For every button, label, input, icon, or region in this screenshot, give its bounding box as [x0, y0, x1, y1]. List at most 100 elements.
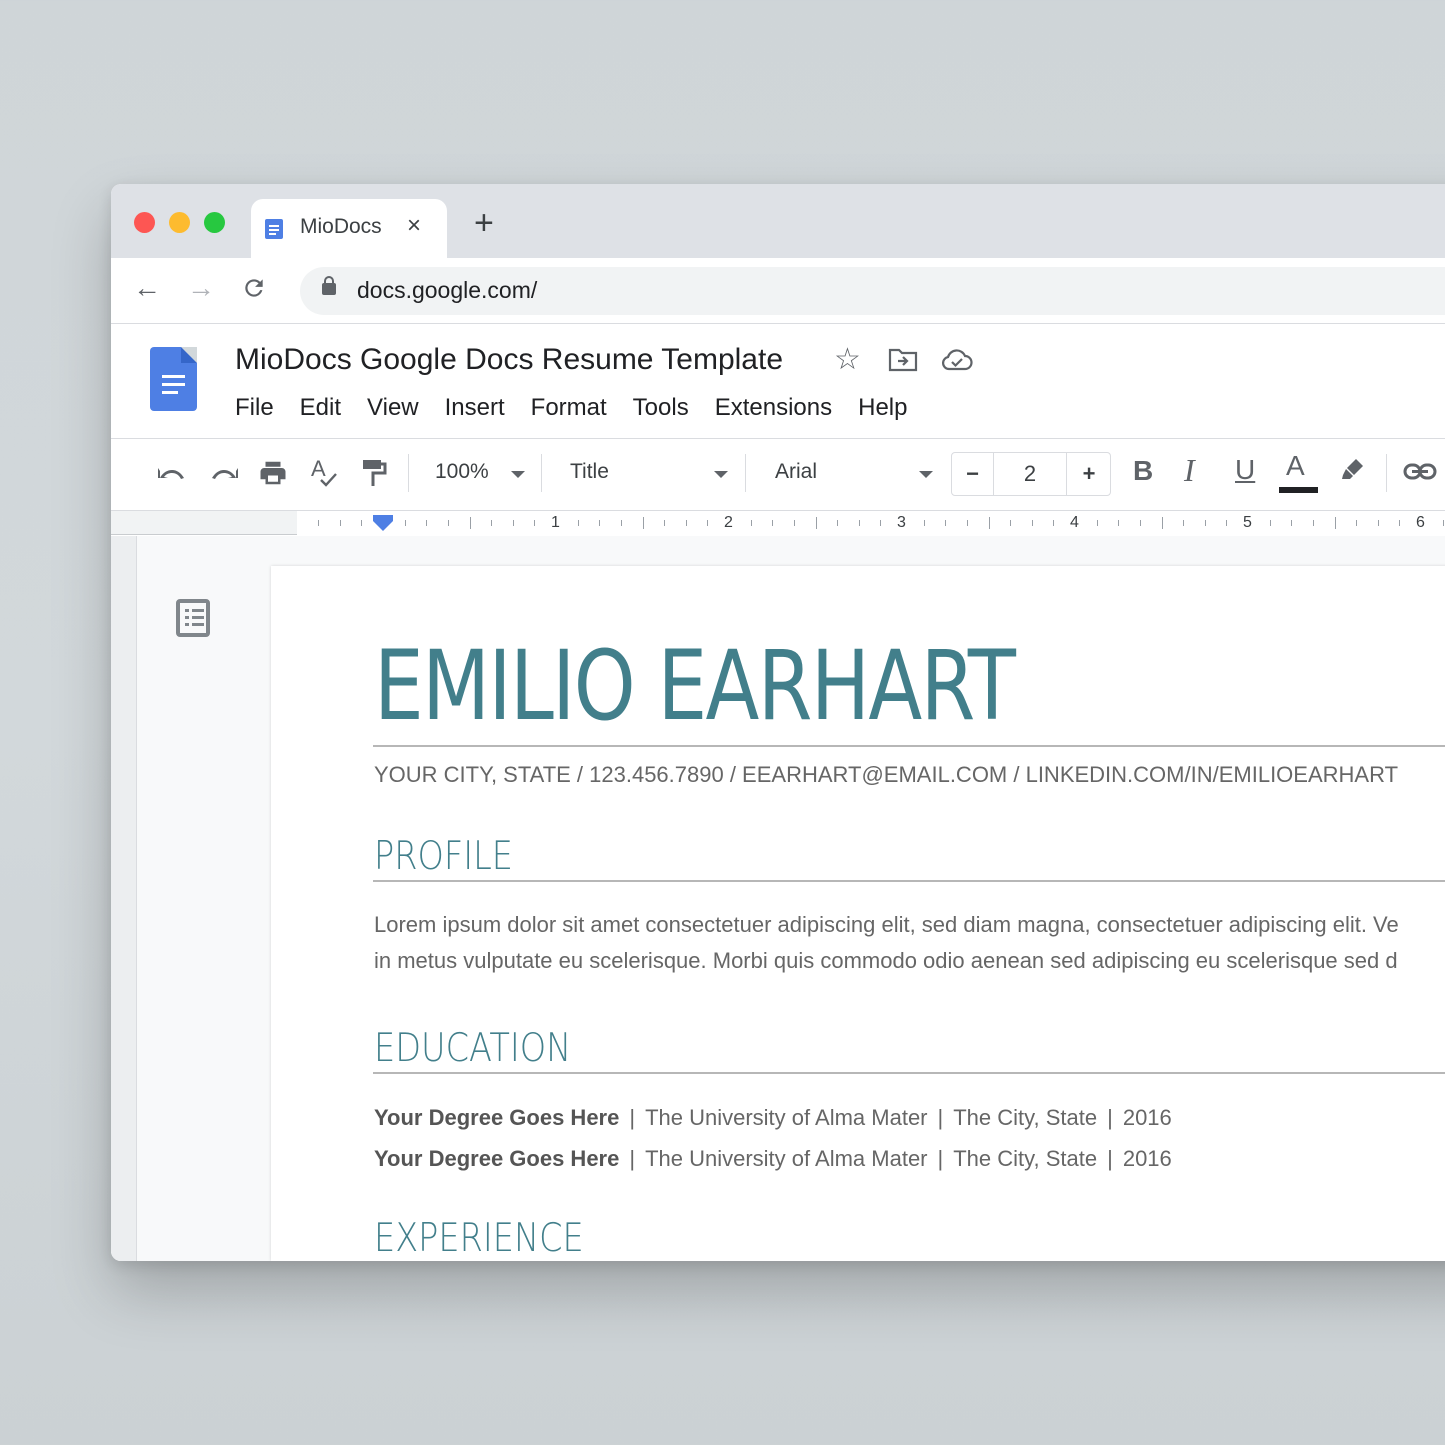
school: The University of Alma Mater: [645, 1146, 928, 1171]
left-rail: [111, 536, 137, 1261]
spellcheck-button[interactable]: A: [309, 456, 341, 495]
insert-link-button[interactable]: [1403, 460, 1437, 489]
font-size-stepper: − 2 +: [951, 452, 1111, 496]
toolbar-separator: [1386, 454, 1387, 492]
ruler-label: 5: [1243, 514, 1252, 531]
ruler-tick: [1053, 520, 1055, 526]
ruler-tick: [534, 520, 536, 526]
ruler-tick: [1118, 520, 1120, 526]
ruler-tick: [447, 520, 449, 526]
zoom-dropdown-icon[interactable]: [511, 471, 525, 478]
new-tab-button[interactable]: +: [474, 206, 494, 240]
address-bar[interactable]: docs.google.com/: [300, 267, 1445, 315]
ruler-tick: [1204, 520, 1206, 526]
back-button[interactable]: ←: [133, 274, 161, 302]
paragraph-style-select[interactable]: Title: [570, 460, 609, 484]
ruler-tick: [642, 517, 644, 529]
cloud-saved-icon[interactable]: [941, 349, 973, 376]
maximize-window-button[interactable]: [204, 212, 225, 233]
ruler-tick: [426, 520, 428, 526]
bold-button[interactable]: B: [1133, 457, 1153, 485]
profile-text-line: in metus vulputate eu scelerisque. Morbi…: [374, 948, 1398, 973]
print-button[interactable]: [258, 458, 288, 493]
highlighter-icon: [1342, 459, 1363, 479]
ruler-tick: [793, 520, 795, 526]
italic-button[interactable]: I: [1184, 454, 1195, 486]
docs-logo-icon[interactable]: [150, 347, 197, 411]
menu-file[interactable]: File: [235, 394, 274, 422]
ruler-tick: [361, 520, 363, 526]
redo-icon: [212, 468, 238, 479]
ruler-tick: [1139, 520, 1141, 526]
left-indent-marker[interactable]: [373, 521, 393, 531]
paint-format-icon: [363, 460, 387, 486]
menu-help[interactable]: Help: [858, 394, 907, 422]
education-heading: EDUCATION: [374, 1026, 572, 1071]
reload-button[interactable]: [241, 274, 267, 307]
browser-tab[interactable]: MioDocs ×: [251, 199, 447, 259]
increase-font-size-button[interactable]: +: [1067, 453, 1111, 495]
ruler-tick: [772, 520, 774, 526]
ruler-tick: [837, 520, 839, 526]
document-title[interactable]: MioDocs Google Docs Resume Template: [235, 343, 783, 377]
ruler-tick: [469, 517, 471, 529]
paint-format-button[interactable]: [361, 458, 389, 493]
undo-button[interactable]: [156, 462, 188, 489]
redo-button[interactable]: [208, 462, 240, 489]
ruler-tick: [318, 520, 320, 526]
ruler-label: 3: [897, 514, 906, 531]
close-window-button[interactable]: [134, 212, 155, 233]
decrease-font-size-button[interactable]: −: [952, 453, 994, 495]
education-entry: Your Degree Goes Here | The University of …: [374, 1105, 1172, 1130]
browser-window: MioDocs × + ← → docs.google.com/ MioDocs…: [111, 184, 1445, 1261]
text-color-swatch: [1279, 487, 1318, 493]
horizontal-ruler[interactable]: 1 2 3 4 5 6: [111, 510, 1445, 535]
zoom-select[interactable]: 100%: [435, 460, 489, 484]
ruler-tick: [339, 520, 341, 526]
ruler-tick: [512, 520, 514, 526]
close-tab-icon[interactable]: ×: [407, 212, 421, 240]
ruler-tick: [577, 520, 579, 526]
ruler-tick: [923, 520, 925, 526]
menu-view[interactable]: View: [367, 394, 419, 422]
ruler-tick: [404, 520, 406, 526]
menu-bar: File Edit View Insert Format Tools Exten…: [235, 394, 933, 422]
document-page[interactable]: EMILIO EARHART YOUR CITY, STATE / 123.45…: [271, 566, 1445, 1261]
education-entry: Your Degree Goes Here | The University of …: [374, 1146, 1172, 1171]
ruler-content-area: 1 2 3 4 5 6: [297, 511, 1445, 535]
toolbar-separator: [745, 454, 746, 492]
contact-line: YOUR CITY, STATE / 123.456.7890 / EEARHA…: [374, 762, 1399, 787]
ruler-tick: [1269, 520, 1271, 526]
ruler-tick: [1399, 520, 1401, 526]
ruler-tick: [1356, 520, 1358, 526]
menu-edit[interactable]: Edit: [300, 394, 341, 422]
forward-button[interactable]: →: [187, 274, 215, 302]
font-size-input[interactable]: 2: [994, 453, 1067, 495]
ruler-tick: [1226, 520, 1228, 526]
ruler-tick: [491, 520, 493, 526]
location: The City, State: [953, 1105, 1098, 1130]
font-select[interactable]: Arial: [775, 460, 817, 484]
ruler-tick: [1442, 520, 1444, 526]
highlight-button[interactable]: [1338, 456, 1366, 489]
menu-extensions[interactable]: Extensions: [715, 394, 832, 422]
ruler-tick: [707, 520, 709, 526]
menu-tools[interactable]: Tools: [633, 394, 689, 422]
experience-heading: EXPERIENCE: [374, 1216, 584, 1261]
move-to-folder-icon[interactable]: [888, 347, 918, 378]
menu-insert[interactable]: Insert: [445, 394, 505, 422]
minimize-window-button[interactable]: [169, 212, 190, 233]
document-outline-icon[interactable]: [176, 599, 210, 637]
undo-icon: [158, 468, 184, 479]
year: 2016: [1122, 1105, 1172, 1130]
ruler-tick: [685, 520, 687, 526]
style-dropdown-icon[interactable]: [714, 471, 728, 478]
underline-button[interactable]: U: [1235, 456, 1255, 484]
text-color-button[interactable]: A: [1286, 452, 1305, 480]
star-icon[interactable]: ☆: [834, 345, 861, 375]
menu-format[interactable]: Format: [531, 394, 607, 422]
year: 2016: [1122, 1146, 1172, 1171]
font-dropdown-icon[interactable]: [919, 471, 933, 478]
reload-icon: [245, 279, 263, 297]
ruler-tick: [1377, 520, 1379, 526]
